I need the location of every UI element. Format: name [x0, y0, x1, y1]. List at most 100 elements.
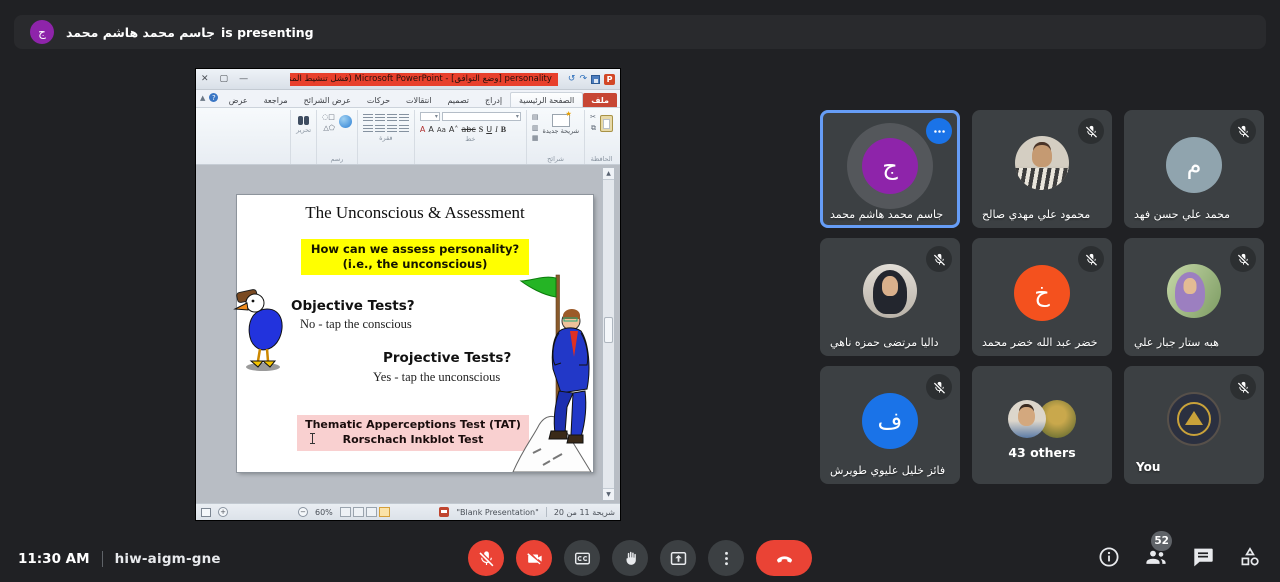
- participant-tile[interactable]: م محمد علي حسن فهد: [1124, 110, 1264, 228]
- participant-tile[interactable]: داليا مرتضى حمزه ناهي: [820, 238, 960, 356]
- meeting-code: hiw-aigm-gne: [115, 551, 221, 567]
- ppt-ribbon-tabs: ملف الصفحة الرئيسية إدراج تصميم انتقالات…: [196, 90, 620, 108]
- undo-icon: ↺: [568, 75, 576, 84]
- ppt-tab-file: ملف: [583, 93, 617, 107]
- ppt-tab-slideshow: عرض الشرائح: [296, 93, 359, 107]
- present-screen-icon: [669, 549, 688, 568]
- ribbon-group-clipboard: ✂⧉ الحافظة: [584, 110, 618, 164]
- others-tile[interactable]: 43 others: [972, 366, 1112, 484]
- new-slide-icon: [552, 114, 570, 127]
- chat-icon: [1191, 545, 1215, 569]
- participant-tile[interactable]: هبه ستار جبار علي: [1124, 238, 1264, 356]
- participant-count-badge: 52: [1151, 531, 1172, 551]
- mic-muted-indicator: [1078, 246, 1104, 272]
- chat-button[interactable]: [1191, 545, 1215, 569]
- presenting-text: جاسم محمد هاشم محمد is presenting: [66, 25, 314, 40]
- avatar: ف: [862, 393, 918, 449]
- mic-muted-indicator: [1230, 246, 1256, 272]
- slide-objective-heading: Objective Tests?: [291, 298, 415, 314]
- presenting-banner: ج جاسم محمد هاشم محمد is presenting: [14, 15, 1266, 49]
- mic-muted-indicator: [1230, 374, 1256, 400]
- zoom-out-icon: −: [298, 507, 308, 517]
- ppt-quick-access-toolbar: ↺ ↷ P: [568, 74, 615, 85]
- end-call-icon: [775, 549, 794, 568]
- minimize-window-icon: —: [239, 75, 248, 84]
- activities-icon: [1238, 545, 1262, 569]
- participant-name: فائز خليل عليوي طويرش: [830, 464, 945, 477]
- presenter-name: جاسم محمد هاشم محمد: [66, 25, 215, 40]
- participant-tile-presenter[interactable]: ج جاسم محمد هاشم محمد: [820, 110, 960, 228]
- mic-off-icon: [1236, 380, 1251, 395]
- ppt-titlebar: ✕ ▢ — personality [وضع التوافق] - Micros…: [196, 69, 620, 90]
- ppt-ribbon: ✂⧉ الحافظة شريحة جديدة ▤▥▦ شرائح ▾▾ AAAa…: [196, 108, 620, 165]
- more-options-icon: [932, 124, 947, 139]
- ppt-slide-counter: شريحة 11 من 20: [554, 508, 615, 517]
- ppt-slide-workspace: The Unconscious & Assessment How can we …: [196, 165, 620, 503]
- ppt-view-buttons: [340, 507, 390, 517]
- hand-icon: [621, 549, 640, 568]
- avatar: م: [1166, 137, 1222, 193]
- participant-photo: [1015, 136, 1069, 190]
- ppt-tab-view: عرض: [221, 93, 256, 107]
- mic-off-icon: [932, 252, 947, 267]
- participant-name: جاسم محمد هاشم محمد: [830, 208, 943, 221]
- raise-hand-button[interactable]: [612, 540, 648, 576]
- participant-tile[interactable]: خ خضر عبد الله خضر محمد: [972, 238, 1112, 356]
- mic-toggle-button[interactable]: [468, 540, 504, 576]
- mic-muted-indicator: [1230, 118, 1256, 144]
- participant-grid: ج جاسم محمد هاشم محمد محمود علي مهدي صال…: [820, 110, 1264, 484]
- presenting-label: is presenting: [221, 25, 314, 40]
- audio-ring: ج: [847, 123, 933, 209]
- more-options-icon: [717, 549, 736, 568]
- tile-options-button[interactable]: [926, 118, 952, 144]
- others-count-label: 43 others: [972, 445, 1112, 460]
- mic-off-icon: [1236, 252, 1251, 267]
- self-tile[interactable]: You: [1124, 366, 1264, 484]
- mic-off-icon: [477, 549, 496, 568]
- ppt-vertical-scrollbar: ▲ ▼: [602, 167, 615, 501]
- clock-time: 11:30 AM: [18, 551, 90, 567]
- meeting-details-button[interactable]: [1097, 545, 1121, 569]
- participant-tile[interactable]: محمود علي مهدي صالح: [972, 110, 1112, 228]
- slide-objective-answer: No - tap the conscious: [300, 317, 412, 332]
- ppt-tab-insert: إدراج: [477, 93, 510, 107]
- ppt-window-controls: ✕ ▢ —: [201, 75, 248, 84]
- spellcheck-icon: [439, 507, 449, 517]
- mic-muted-indicator: [1078, 118, 1104, 144]
- participant-tile[interactable]: ف فائز خليل عليوي طويرش: [820, 366, 960, 484]
- call-controls: [468, 540, 812, 576]
- ribbon-group-editing: تحرير: [290, 110, 316, 164]
- avatar: ج: [862, 138, 918, 194]
- ppt-zoom-level: 60%: [315, 508, 333, 517]
- mic-off-icon: [1236, 124, 1251, 139]
- mic-off-icon: [1084, 252, 1099, 267]
- participant-photo: [1167, 264, 1221, 318]
- mic-muted-indicator: [926, 246, 952, 272]
- captions-button[interactable]: [564, 540, 600, 576]
- powerpoint-app-icon: P: [604, 74, 615, 85]
- camera-toggle-button[interactable]: [516, 540, 552, 576]
- paste-icon: [600, 115, 613, 132]
- ppt-tab-animations: حركات: [359, 93, 398, 107]
- participants-button[interactable]: 52: [1144, 545, 1168, 569]
- leave-call-button[interactable]: [756, 540, 812, 576]
- info-icon: [1097, 545, 1121, 569]
- ribbon-group-drawing: □◌⬠△ رسم: [316, 110, 357, 164]
- captions-icon: [573, 549, 592, 568]
- present-button[interactable]: [660, 540, 696, 576]
- ribbon-group-paragraph: فقرة: [357, 110, 414, 164]
- participant-name: خضر عبد الله خضر محمد: [982, 336, 1098, 349]
- others-avatars: [1008, 400, 1076, 438]
- participant-name: داليا مرتضى حمزه ناهي: [830, 336, 939, 349]
- ppt-tab-transitions: انتقالات: [398, 93, 439, 107]
- text-cursor-pointer: [309, 433, 316, 444]
- scrollbar-thumb: [604, 317, 613, 343]
- find-icon: [298, 116, 309, 125]
- meeting-info: 11:30 AM hiw-aigm-gne: [18, 551, 221, 567]
- more-options-button[interactable]: [708, 540, 744, 576]
- divider: [102, 551, 103, 567]
- man-with-flag-clipart: [503, 273, 593, 472]
- ppt-tab-review: مراجعة: [256, 93, 296, 107]
- shared-screen-powerpoint[interactable]: ✕ ▢ — personality [وضع التوافق] - Micros…: [195, 68, 621, 521]
- activities-button[interactable]: [1238, 545, 1262, 569]
